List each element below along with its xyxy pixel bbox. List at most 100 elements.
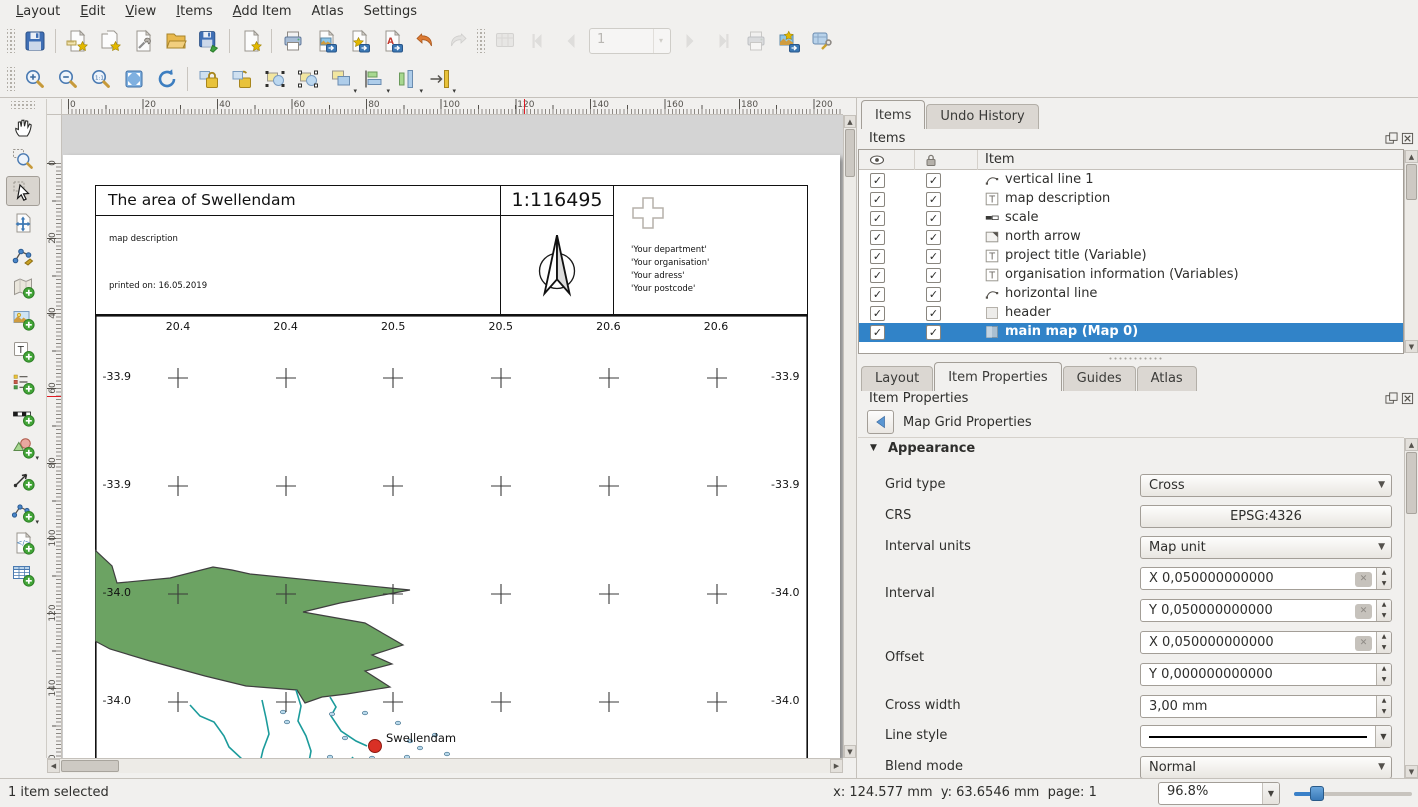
spinner-arrows[interactable]: ▲▼ [1376, 664, 1391, 685]
lock-checkbox[interactable]: ✓ [926, 268, 941, 283]
refresh-view-button[interactable] [150, 64, 183, 94]
distribute-selected-items-button[interactable]: ▾ [390, 64, 423, 94]
properties-scrollbar[interactable]: ▲ ▼ [1404, 438, 1418, 778]
visibility-checkbox[interactable]: ✓ [870, 268, 885, 283]
item-row-scale[interactable]: ✓✓scale [859, 209, 1403, 228]
appearance-section-header[interactable]: ▼ Appearance [858, 437, 1404, 460]
tab-guides[interactable]: Guides [1063, 366, 1136, 391]
item-row-horizontal-line[interactable]: ✓✓horizontal line [859, 285, 1403, 304]
add-scalebar-tool[interactable] [6, 400, 40, 430]
canvas-hscrollbar[interactable]: ◀ ▶ [47, 758, 843, 773]
add-legend-tool[interactable] [6, 368, 40, 398]
save-as-template-button[interactable] [192, 26, 225, 56]
scroll-left-arrow[interactable]: ◀ [47, 759, 60, 773]
vscroll-thumb[interactable] [845, 129, 855, 177]
preview-atlas-button[interactable] [488, 26, 521, 56]
close-panel-icon[interactable] [1401, 392, 1414, 409]
item-row-main-map-map-0-[interactable]: ✓✓main map (Map 0) [859, 323, 1403, 342]
export-as-image-button[interactable] [309, 26, 342, 56]
lock-checkbox[interactable]: ✓ [926, 325, 941, 340]
first-feature-button[interactable] [521, 26, 554, 56]
lock-checkbox[interactable]: ✓ [926, 230, 941, 245]
scroll-right-arrow[interactable]: ▶ [830, 759, 843, 773]
menu-items[interactable]: Items [166, 2, 222, 21]
print-layout-button[interactable] [276, 26, 309, 56]
lock-checkbox[interactable]: ✓ [926, 249, 941, 264]
offset-y-spinbox[interactable]: Y 0,000000000000▲▼ [1140, 663, 1392, 686]
organisation-cell[interactable]: 'Your department''Your organisation''You… [614, 186, 809, 316]
back-button[interactable] [867, 410, 894, 434]
item-row-header[interactable]: ✓✓header [859, 304, 1403, 323]
visibility-checkbox[interactable]: ✓ [870, 230, 885, 245]
raise-selected-items-button[interactable]: ▾ [324, 64, 357, 94]
layout-page[interactable]: The area of Swellendam 1:116495 map desc… [63, 155, 840, 758]
visibility-checkbox[interactable]: ✓ [870, 211, 885, 226]
lock-checkbox[interactable]: ✓ [926, 211, 941, 226]
cross-width-spinbox[interactable]: 3,00 mm▲▼ [1140, 695, 1392, 718]
select-move-item-tool[interactable] [6, 176, 40, 206]
add-map-tool[interactable] [6, 272, 40, 302]
clear-field-icon[interactable]: ✕ [1355, 572, 1372, 587]
item-row-organisation-information-variables-[interactable]: ✓✓Torganisation information (Variables) [859, 266, 1403, 285]
spinner-arrows[interactable]: ▲▼ [1376, 632, 1391, 653]
layout-canvas[interactable]: The area of Swellendam 1:116495 map desc… [62, 115, 843, 758]
clear-field-icon[interactable]: ✕ [1355, 604, 1372, 619]
add-label-tool[interactable]: T [6, 336, 40, 366]
add-shape-tool[interactable]: ▾ [6, 432, 40, 462]
zoom-slider-handle[interactable] [1310, 786, 1324, 801]
map-scale-text[interactable]: 1:116495 [501, 186, 614, 216]
scroll-up-arrow[interactable]: ▲ [844, 115, 856, 128]
scroll-up-arrow[interactable]: ▲ [1405, 150, 1418, 163]
last-feature-button[interactable] [706, 26, 739, 56]
interval-units-dropdown[interactable]: Map unit▼ [1140, 536, 1392, 559]
zoom-out-button[interactable] [51, 64, 84, 94]
menu-view[interactable]: View [115, 2, 166, 21]
menu-settings[interactable]: Settings [354, 2, 427, 21]
new-layout-button[interactable] [60, 26, 93, 56]
item-row-vertical-line-1[interactable]: ✓✓vertical line 1 [859, 171, 1403, 190]
item-row-north-arrow[interactable]: ✓✓north arrow [859, 228, 1403, 247]
scroll-down-arrow[interactable]: ▼ [1405, 765, 1418, 778]
chevron-down-icon[interactable]: ▼ [1375, 726, 1391, 747]
tab-layout[interactable]: Layout [861, 366, 933, 391]
add-arrow-tool[interactable] [6, 464, 40, 494]
hscroll-thumb[interactable] [61, 760, 119, 772]
spinner-arrows[interactable]: ▲▼ [1376, 600, 1391, 621]
add-html-tool[interactable]: </> [6, 528, 40, 558]
blend-mode-dropdown[interactable]: Normal▼ [1140, 756, 1392, 778]
offset-x-spinbox[interactable]: X 0,050000000000✕▲▼ [1140, 631, 1392, 654]
item-row-project-title-variable-[interactable]: ✓✓Tproject title (Variable) [859, 247, 1403, 266]
atlas-settings-button[interactable] [805, 26, 838, 56]
print-atlas-button[interactable] [739, 26, 772, 56]
grid-type-dropdown[interactable]: Cross▼ [1140, 474, 1392, 497]
add-picture-tool[interactable] [6, 304, 40, 334]
map-title[interactable]: The area of Swellendam [96, 186, 501, 216]
crs-button[interactable]: EPSG:4326 [1140, 505, 1392, 528]
visibility-checkbox[interactable]: ✓ [870, 173, 885, 188]
map-description-cell[interactable]: map description printed on: 16.05.2019 [96, 216, 501, 316]
interval-x-spinbox[interactable]: X 0,050000000000✕▲▼ [1140, 567, 1392, 590]
export-as-svg-button[interactable] [342, 26, 375, 56]
lock-checkbox[interactable]: ✓ [926, 287, 941, 302]
tab-item-properties[interactable]: Item Properties [934, 362, 1061, 391]
previous-feature-button[interactable] [554, 26, 587, 56]
unlock-all-items-button[interactable] [225, 64, 258, 94]
add-items-from-template-button[interactable] [234, 26, 267, 56]
move-item-content-tool[interactable] [6, 208, 40, 238]
item-row-map-description[interactable]: ✓✓Tmap description [859, 190, 1403, 209]
props-scroll-thumb[interactable] [1406, 452, 1417, 514]
zoom-level-combo[interactable]: 96.8% ▼ [1158, 782, 1280, 805]
visibility-checkbox[interactable]: ✓ [870, 192, 885, 207]
spinner-arrows[interactable]: ▲▼ [1376, 696, 1391, 717]
lock-selected-items-button[interactable] [192, 64, 225, 94]
undo-button[interactable] [408, 26, 441, 56]
scroll-up-arrow[interactable]: ▲ [1405, 438, 1418, 451]
save-project-button[interactable] [18, 26, 51, 56]
export-atlas-as-image-button[interactable] [772, 26, 805, 56]
menu-layout[interactable]: Layout [6, 2, 70, 21]
tab-items[interactable]: Items [861, 100, 925, 129]
open-layout-button[interactable] [159, 26, 192, 56]
zoom-in-button[interactable] [18, 64, 51, 94]
float-panel-icon[interactable] [1385, 132, 1398, 149]
visibility-checkbox[interactable]: ✓ [870, 325, 885, 340]
